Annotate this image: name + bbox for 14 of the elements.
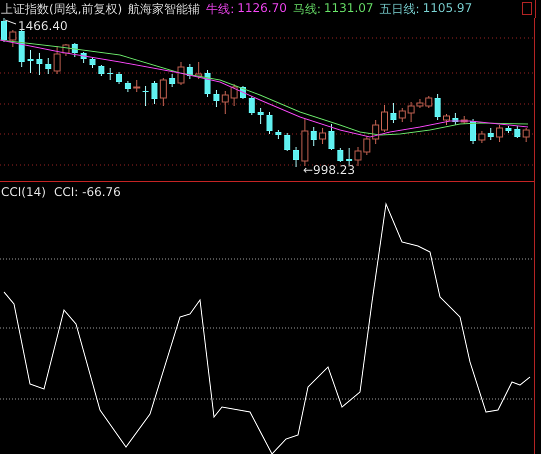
panel-toggle-icon[interactable] (522, 2, 532, 15)
cci-reading: CCI: -66.76 (54, 185, 121, 199)
legend-label: 马线: (292, 0, 321, 18)
legend-value: 1131.07 (324, 0, 374, 16)
cci-title: CCI(14) (1, 185, 46, 199)
legend-value: 1105.97 (422, 0, 472, 16)
legend-label: 牛线: (206, 0, 234, 18)
indicator-name: 航海家智能辅 (128, 0, 200, 18)
chart-title: 上证指数(周线,前复权) (1, 0, 122, 18)
leader-line (4, 20, 16, 24)
low-price-label: ←998.23 (303, 163, 356, 177)
legend-label: 五日线: (380, 0, 420, 18)
legend-value: 1126.70 (237, 0, 287, 16)
high-price-label: 1466.40 (18, 19, 68, 33)
